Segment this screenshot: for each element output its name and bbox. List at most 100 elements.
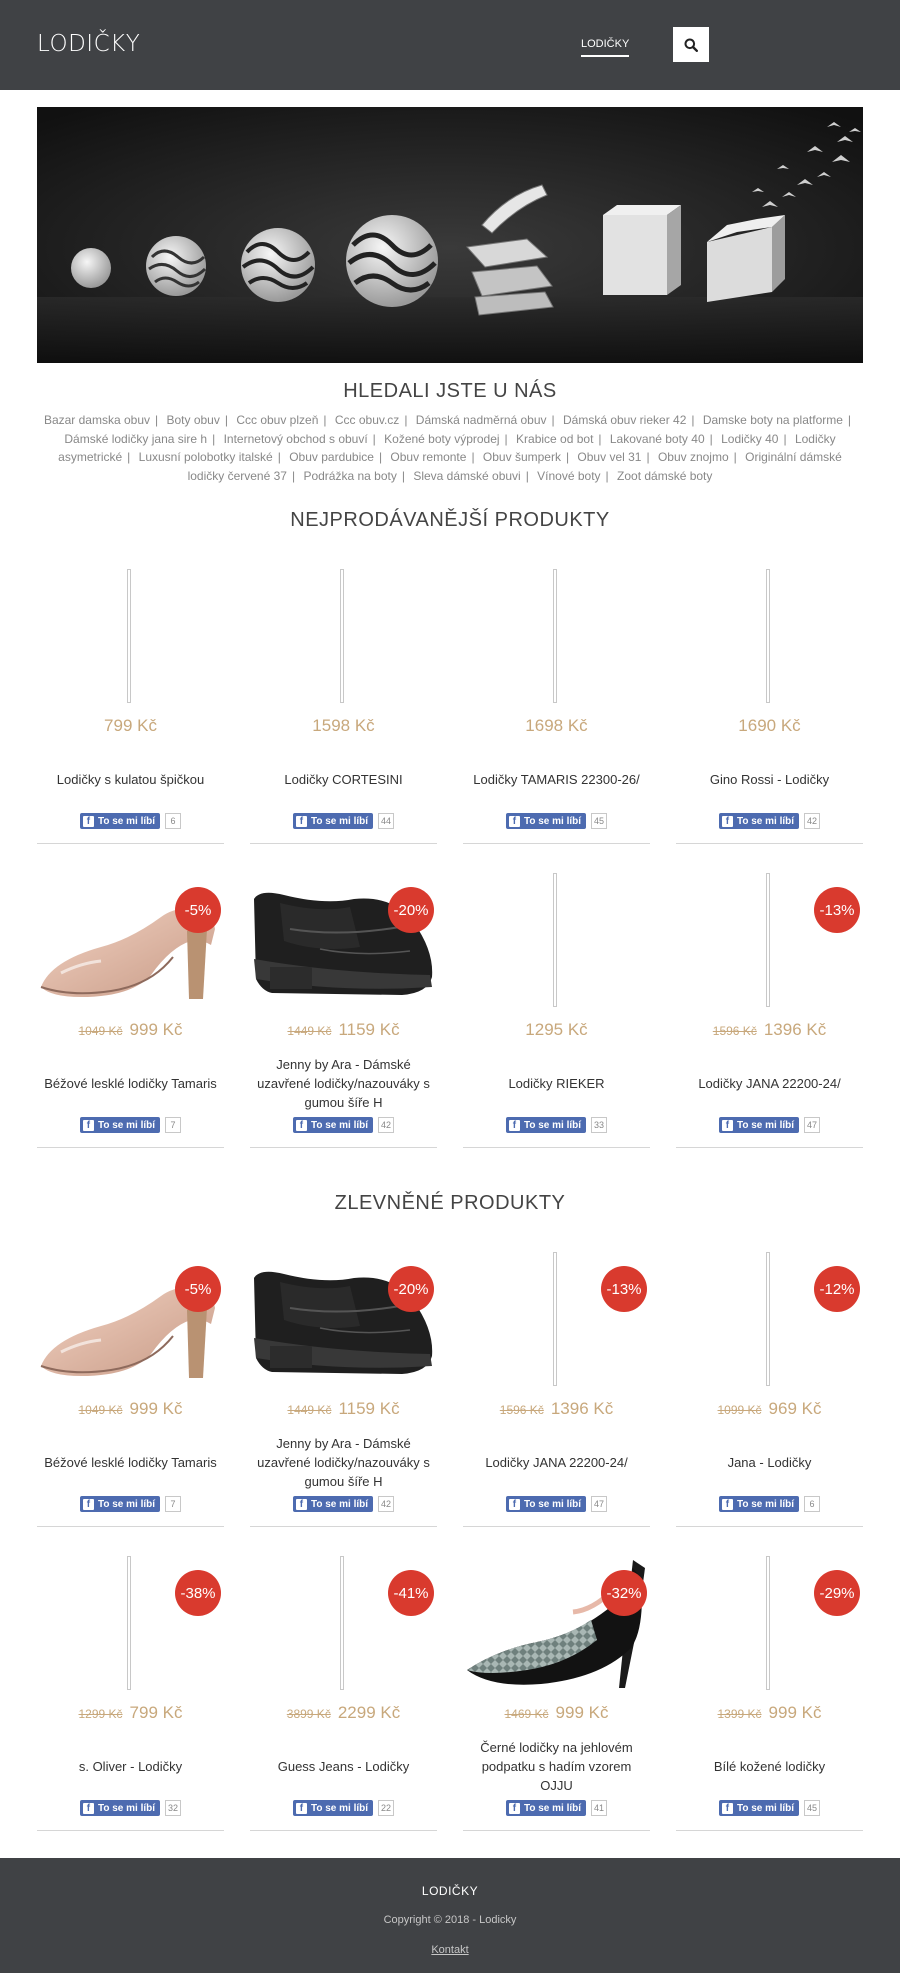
search-button[interactable] — [673, 27, 709, 62]
product-name[interactable]: Gino Rossi - Lodičky — [676, 751, 863, 807]
product-image[interactable] — [676, 565, 863, 705]
product-card[interactable]: -20% 1449 Kč 1159 Kč Jenny by Ara - Dámské … — [250, 1248, 437, 1527]
facebook-like-count: 42 — [804, 813, 821, 829]
search-term-link[interactable]: Kožené boty výprodej — [384, 432, 499, 446]
search-term-link[interactable]: Zoot dámské boty — [617, 469, 712, 483]
product-name[interactable]: Béžové lesklé lodičky Tamaris — [37, 1434, 224, 1490]
product-card[interactable]: -13% 1596 Kč 1396 Kč Lodičky JANA 22200-24/… — [463, 1248, 650, 1527]
term-separator: | — [847, 413, 852, 427]
facebook-like-button[interactable]: f To se mi líbí — [718, 1800, 800, 1816]
search-term-link[interactable]: Sleva dámské obuvi — [413, 469, 520, 483]
search-term-link[interactable]: Krabice od bot — [516, 432, 593, 446]
facebook-like-button[interactable]: f To se mi líbí — [292, 1800, 374, 1816]
product-name[interactable]: Jana - Lodičky — [676, 1434, 863, 1490]
product-name[interactable]: Lodičky CORTESINI — [250, 751, 437, 807]
facebook-like-button[interactable]: f To se mi líbí — [718, 1496, 800, 1512]
search-term-link[interactable]: Lodičky 40 — [721, 432, 778, 446]
term-separator: | — [291, 468, 296, 483]
facebook-like-button[interactable]: f To se mi líbí — [292, 813, 374, 829]
search-term-link[interactable]: Boty obuv — [166, 413, 219, 427]
facebook-like-button[interactable]: f To se mi líbí — [718, 1117, 800, 1133]
search-term-link[interactable]: Obuv šumperk — [483, 450, 561, 464]
search-term-link[interactable]: Obuv remonte — [390, 450, 466, 464]
facebook-like-button[interactable]: f To se mi líbí — [79, 813, 161, 829]
search-term-link[interactable]: Internetový obchod s obuví — [224, 432, 368, 446]
facebook-icon: f — [721, 1802, 733, 1814]
product-card[interactable]: -5% 1049 Kč 999 Kč Béžové lesklé lodičky Ta… — [37, 1248, 224, 1527]
product-image[interactable] — [37, 565, 224, 705]
price-row: 1049 Kč 999 Kč — [37, 1020, 224, 1040]
product-name[interactable]: Lodičky s kulatou špičkou — [37, 751, 224, 807]
product-card[interactable]: -13% 1596 Kč 1396 Kč Lodičky JANA 22200-24/… — [676, 869, 863, 1148]
nav-link-lodicky[interactable]: LODIČKY — [581, 38, 630, 57]
facebook-like-button[interactable]: f To se mi líbí — [79, 1800, 161, 1816]
facebook-like-widget: f To se mi líbí 47 — [676, 1117, 863, 1133]
facebook-like-count: 22 — [378, 1800, 395, 1816]
product-name[interactable]: Jenny by Ara - Dámské uzavřené lodičky/n… — [250, 1434, 437, 1490]
facebook-like-button[interactable]: f To se mi líbí — [79, 1117, 161, 1133]
product-name[interactable]: Lodičky JANA 22200-24/ — [676, 1055, 863, 1111]
facebook-like-button[interactable]: f To se mi líbí — [292, 1117, 374, 1133]
facebook-like-button[interactable]: f To se mi líbí — [505, 1800, 587, 1816]
product-name[interactable]: Jenny by Ara - Dámské uzavřené lodičky/n… — [250, 1055, 437, 1111]
facebook-like-count: 7 — [165, 1117, 182, 1133]
product-image[interactable] — [463, 565, 650, 705]
product-card[interactable]: 1690 Kč Gino Rossi - Lodičky f To se mi líb… — [676, 565, 863, 844]
search-term-link[interactable]: Podrážka na boty — [303, 469, 396, 483]
search-term-link[interactable]: Dámská obuv rieker 42 — [563, 413, 686, 427]
product-card[interactable]: -5% 1049 Kč 999 Kč Béžové lesklé lodičky Ta… — [37, 869, 224, 1148]
product-name[interactable]: Béžové lesklé lodičky Tamaris — [37, 1055, 224, 1111]
search-term-link[interactable]: Dámské lodičky jana sire h — [64, 432, 207, 446]
search-term-link[interactable]: Obuv znojmo — [658, 450, 729, 464]
product-card[interactable]: 1698 Kč Lodičky TAMARIS 22300-26/f To se m… — [463, 565, 650, 844]
product-image-placeholder — [340, 1556, 344, 1690]
product-card[interactable]: 1598 Kč Lodičky CORTESINI f To se mi líbí 44 — [250, 565, 437, 844]
product-name[interactable]: Lodičky RIEKER — [463, 1055, 650, 1111]
product-name[interactable]: Lodičky JANA 22200-24/ — [463, 1434, 650, 1490]
facebook-like-count: 44 — [378, 813, 395, 829]
search-term-link[interactable]: Vínové boty — [537, 469, 600, 483]
search-term-link[interactable]: Dámská nadměrná obuv — [416, 413, 547, 427]
search-term-link[interactable]: Bazar damska obuv — [44, 413, 150, 427]
search-term-link[interactable]: Obuv vel 31 — [577, 450, 641, 464]
product-card[interactable]: -32% 1469 Kč 999 Kč Černé lodičky na jehlov… — [463, 1552, 650, 1831]
search-term-link[interactable]: Obuv pardubice — [289, 450, 374, 464]
product-card[interactable]: -20% 1449 Kč 1159 Kč Jenny by Ara - Dámské … — [250, 869, 437, 1148]
product-card[interactable]: -29% 1399 Kč 999 Kč Bílé kožené lodičky f To … — [676, 1552, 863, 1831]
old-price: 1299 Kč — [78, 1707, 123, 1721]
facebook-like-label: To se mi líbí — [310, 1119, 369, 1131]
hero-banner — [37, 107, 863, 363]
facebook-like-count: 42 — [378, 1496, 395, 1512]
product-image[interactable] — [250, 565, 437, 705]
search-term-link[interactable]: Luxusní polobotky italské — [139, 450, 273, 464]
facebook-like-button[interactable]: f To se mi líbí — [79, 1496, 161, 1512]
product-card[interactable]: -12% 1099 Kč 969 Kč Jana - Lodičky f To se mi… — [676, 1248, 863, 1527]
facebook-icon: f — [295, 1498, 307, 1510]
product-card[interactable]: 1295 Kč Lodičky RIEKER f To se mi líbí 33 — [463, 869, 650, 1148]
product-name[interactable]: Černé lodičky na jehlovém podpatku s had… — [463, 1738, 650, 1794]
term-separator: | — [401, 468, 405, 483]
product-name[interactable]: Guess Jeans - Lodičky — [250, 1738, 437, 1794]
facebook-like-button[interactable]: f To se mi líbí — [718, 813, 800, 829]
product-card[interactable]: 799 Kč Lodičky s kulatou špičkou f To se mi… — [37, 565, 224, 844]
facebook-like-button[interactable]: f To se mi líbí — [292, 1496, 374, 1512]
product-price: 999 Kč — [555, 1703, 609, 1722]
facebook-like-button[interactable]: f To se mi líbí — [505, 813, 587, 829]
product-image[interactable] — [463, 869, 650, 1009]
facebook-like-button[interactable]: f To se mi líbí — [505, 1496, 587, 1512]
product-card[interactable]: -41% 3899 Kč 2299 Kč Guess Jeans - Lodičky f… — [250, 1552, 437, 1831]
product-name[interactable]: Bílé kožené lodičky — [676, 1738, 863, 1794]
product-price: 1295 Kč — [525, 1020, 588, 1039]
facebook-icon: f — [82, 1802, 94, 1814]
site-logo[interactable]: LODIČKY — [37, 31, 140, 57]
search-term-link[interactable]: Damske boty na platforme — [703, 413, 843, 427]
search-term-link[interactable]: Ccc obuv plzeň — [236, 413, 318, 427]
product-card[interactable]: -38% 1299 Kč 799 Kč s. Oliver - Lodičky f To … — [37, 1552, 224, 1831]
facebook-like-button[interactable]: f To se mi líbí — [505, 1117, 587, 1133]
term-separator: | — [504, 431, 508, 446]
product-name[interactable]: Lodičky TAMARIS 22300-26/ — [463, 751, 650, 807]
search-term-link[interactable]: Lakované boty 40 — [610, 432, 705, 446]
search-term-link[interactable]: Ccc obuv.cz — [335, 413, 399, 427]
product-name[interactable]: s. Oliver - Lodičky — [37, 1738, 224, 1794]
footer-contact-link[interactable]: Kontakt — [431, 1944, 468, 1956]
